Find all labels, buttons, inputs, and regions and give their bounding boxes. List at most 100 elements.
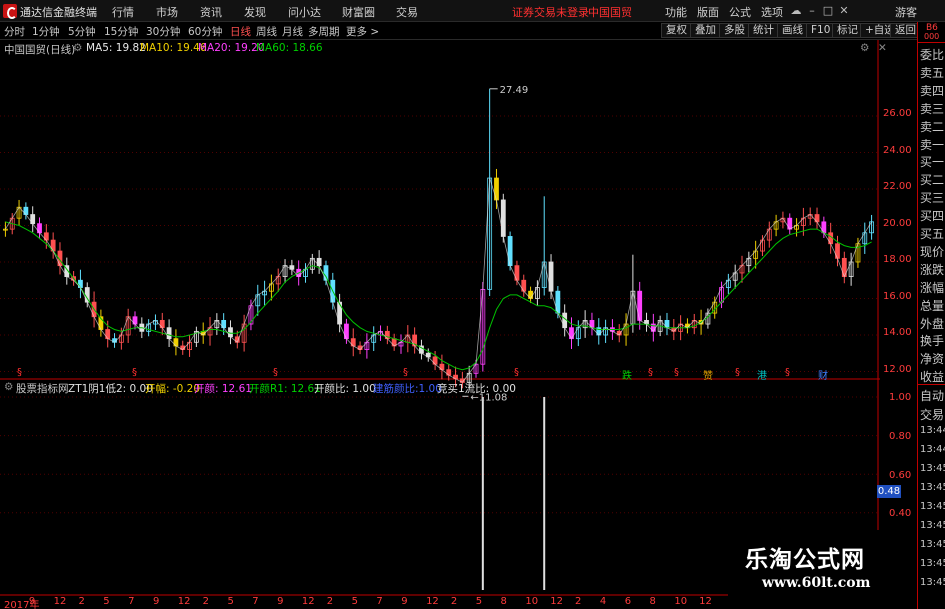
quote-label: 卖五 bbox=[920, 65, 945, 80]
quote-label: 买五 bbox=[920, 227, 945, 241]
x-tick-label: 9 bbox=[152, 596, 160, 607]
period-1min[interactable]: 1分钟 bbox=[32, 24, 60, 39]
cloud-icon[interactable]: ☁ bbox=[790, 5, 802, 17]
quote-label: 卖一 bbox=[920, 137, 945, 152]
x-tick-label: 8 bbox=[649, 596, 656, 607]
ytick-24: 24.00 bbox=[883, 145, 912, 156]
event-marker[interactable]: § bbox=[403, 367, 408, 378]
draw-line-button[interactable]: 画线 bbox=[777, 23, 808, 38]
period-tick[interactable]: 分时 bbox=[4, 24, 25, 39]
indicator-spikes-layer bbox=[481, 397, 546, 590]
kaimai-ratio-value: 开颜比: 1.00 bbox=[314, 383, 376, 395]
ytick-22: 22.00 bbox=[883, 181, 912, 192]
tick-time-label: 13:45 bbox=[920, 539, 945, 550]
quote-label: 买三 bbox=[920, 191, 945, 206]
quote-label: 现价 bbox=[920, 244, 945, 259]
event-marker[interactable]: 跌 bbox=[622, 367, 632, 382]
ytick-lower-1: 1.00 bbox=[889, 392, 912, 403]
event-marker[interactable]: 财 bbox=[818, 367, 828, 382]
x-tick-label: 6 bbox=[624, 596, 632, 607]
menu-quotes[interactable]: 行情 bbox=[112, 4, 134, 20]
period-weekly[interactable]: 周线 bbox=[256, 24, 277, 39]
overlay-button[interactable]: 叠加 bbox=[690, 23, 721, 38]
quote-label: 总量 bbox=[920, 298, 945, 313]
top-menu-bar: 通达信金融终端 行情 市场 资讯 发现 问小达 财富圈 交易 证券交易未登录 中… bbox=[0, 0, 945, 22]
event-marker[interactable]: § bbox=[735, 367, 740, 378]
x-tick-label: 9 bbox=[401, 596, 408, 607]
minimize-icon[interactable]: – bbox=[806, 5, 818, 17]
app-title: 通达信金融终端 bbox=[20, 6, 97, 19]
x-tick-label: 12 bbox=[177, 596, 191, 607]
x-tick-label: 9 bbox=[28, 596, 36, 607]
quote-label: 卖二 bbox=[920, 119, 945, 134]
event-marker[interactable]: § bbox=[514, 367, 519, 378]
upper-grid bbox=[0, 115, 878, 372]
period-more[interactable]: 更多 > bbox=[346, 24, 379, 39]
event-marker[interactable]: 赞 bbox=[703, 367, 713, 382]
close-icon[interactable]: ✕ bbox=[838, 5, 850, 17]
period-toolbar: 分时 1分钟 5分钟 15分钟 30分钟 60分钟 日线 周线 月线 多周期 更… bbox=[0, 22, 945, 40]
x-tick-label: 12 bbox=[699, 596, 712, 607]
menu-ask[interactable]: 问小达 bbox=[288, 4, 321, 20]
x-tick-label: 12 bbox=[301, 596, 315, 607]
event-marker[interactable]: § bbox=[273, 367, 278, 378]
x-tick-label: 8 bbox=[500, 596, 507, 607]
period-30min[interactable]: 30分钟 bbox=[146, 24, 180, 39]
x-tick-label: 12 bbox=[53, 596, 67, 607]
restore-rights-button[interactable]: 复权 bbox=[661, 23, 692, 38]
menu-formula[interactable]: 公式 bbox=[729, 4, 751, 20]
quote-label: 卖三 bbox=[920, 101, 945, 116]
blue-ratio-value: 建筋颜比:1.00 bbox=[373, 383, 442, 395]
quote-label: 涨跌 bbox=[920, 262, 945, 277]
menu-options[interactable]: 选项 bbox=[761, 4, 783, 20]
maximize-icon[interactable]: □ bbox=[822, 5, 834, 17]
menu-market[interactable]: 市场 bbox=[156, 4, 178, 20]
x-tick-label: 2 bbox=[450, 596, 458, 607]
corner-label-bottom: 000 bbox=[924, 32, 940, 41]
ytick-14: 14.00 bbox=[883, 327, 912, 338]
ma60-line bbox=[5, 221, 872, 371]
mark-button[interactable]: 标记 bbox=[832, 23, 863, 38]
statistics-button[interactable]: 统计 bbox=[748, 23, 779, 38]
ytick-26: 26.00 bbox=[883, 108, 912, 119]
panel-mode-label: 交易 bbox=[920, 408, 945, 422]
menu-discover[interactable]: 发现 bbox=[244, 4, 266, 20]
tick-time-label: 13:45 bbox=[920, 558, 945, 569]
event-marker[interactable]: § bbox=[648, 367, 653, 378]
period-daily[interactable]: 日线 bbox=[230, 24, 251, 39]
event-marker[interactable]: 港 bbox=[757, 367, 767, 382]
quote-label: 收益 bbox=[920, 370, 945, 385]
period-5min[interactable]: 5分钟 bbox=[68, 24, 96, 39]
stock-terminal-window: { "app": { "title": "通达信金融终端", "menu": [… bbox=[0, 0, 945, 609]
x-tick-label: 12 bbox=[426, 596, 439, 607]
menu-function[interactable]: 功能 bbox=[665, 4, 687, 20]
period-monthly[interactable]: 月线 bbox=[282, 24, 303, 39]
kline-chart[interactable]: 27.49←11.08 bbox=[0, 40, 880, 609]
f10-button[interactable]: F10 bbox=[806, 23, 836, 38]
ytick-lower-04: 0.40 bbox=[889, 508, 912, 519]
ytick-16: 16.00 bbox=[883, 291, 912, 302]
guest-label[interactable]: 游客 bbox=[895, 4, 917, 20]
period-multi[interactable]: 多周期 bbox=[308, 24, 340, 39]
event-marker[interactable]: § bbox=[785, 367, 790, 378]
current-value-marker: 0.48 bbox=[877, 485, 901, 498]
watermark-url: www.60lt.com bbox=[762, 575, 871, 591]
menu-news[interactable]: 资讯 bbox=[200, 4, 222, 20]
x-tick-label: 5 bbox=[103, 596, 110, 607]
period-60min[interactable]: 60分钟 bbox=[188, 24, 222, 39]
kaifu-value: 开幅: -0.20 bbox=[145, 383, 201, 395]
menu-trade[interactable]: 交易 bbox=[396, 4, 418, 20]
quote-label: 买一 bbox=[920, 155, 945, 170]
period-15min[interactable]: 15分钟 bbox=[104, 24, 138, 39]
menu-layout[interactable]: 版面 bbox=[697, 4, 719, 20]
event-marker[interactable]: § bbox=[132, 367, 137, 378]
multi-stock-button[interactable]: 多股 bbox=[719, 23, 750, 38]
x-tick-label: 7 bbox=[376, 596, 383, 607]
ytick-lower-08: 0.80 bbox=[889, 431, 912, 442]
event-marker[interactable]: § bbox=[17, 367, 22, 378]
event-marker[interactable]: § bbox=[674, 367, 679, 378]
menu-wealth[interactable]: 财富圈 bbox=[342, 4, 375, 20]
indicator-settings-icon[interactable]: ⚙ bbox=[4, 381, 13, 393]
login-notice[interactable]: 证券交易未登录 bbox=[512, 4, 589, 20]
watermark-title: 乐淘公式网 bbox=[745, 546, 865, 573]
